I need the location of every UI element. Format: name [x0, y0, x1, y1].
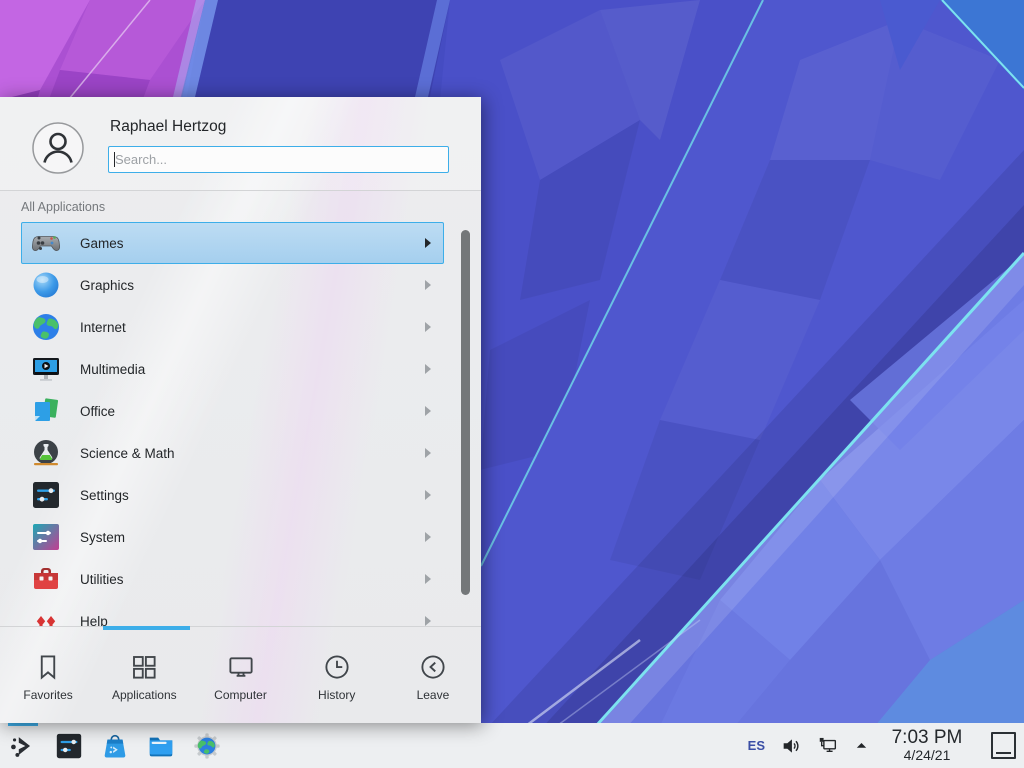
computer-icon [226, 652, 256, 682]
submenu-arrow-icon [425, 490, 431, 500]
taskbar-launchers [8, 723, 238, 768]
app-category-system[interactable]: System [21, 516, 444, 558]
active-task-indicator [8, 723, 38, 726]
taskbar-launcher-web-browser[interactable] [192, 723, 238, 768]
app-category-label: Science & Math [80, 446, 425, 461]
taskbar-launcher-discover[interactable] [100, 723, 146, 768]
application-launcher-menu: Raphael Hertzog All Applications Games G… [0, 97, 481, 723]
documents-icon [30, 395, 62, 427]
app-category-internet[interactable]: Internet [21, 306, 444, 348]
tab-label: Leave [417, 688, 450, 702]
bookmark-icon [33, 652, 63, 682]
tab-applications[interactable]: Applications [96, 627, 192, 723]
app-category-label: Multimedia [80, 362, 425, 377]
taskbar-panel: ES 7:03 PM 4/24/21 [0, 723, 1024, 768]
app-category-list: Games Graphics Internet Multimedia Offic… [0, 222, 481, 626]
grid-icon [129, 652, 159, 682]
dolphin-icon [146, 731, 176, 761]
submenu-arrow-icon [425, 574, 431, 584]
volume-icon[interactable] [780, 735, 802, 757]
tab-computer[interactable]: Computer [192, 627, 288, 723]
tab-label: Applications [112, 688, 177, 702]
clock-date: 4/24/21 [884, 748, 970, 763]
app-category-label: Utilities [80, 572, 425, 587]
taskbar-launcher-file-manager[interactable] [146, 723, 192, 768]
app-category-science-math[interactable]: Science & Math [21, 432, 444, 474]
sphere-icon [30, 269, 62, 301]
show-desktop-button[interactable] [991, 732, 1016, 759]
expand-tray-caret-icon[interactable] [854, 738, 869, 753]
tab-history[interactable]: History [289, 627, 385, 723]
system-tray: ES 7:03 PM 4/24/21 [748, 728, 1016, 763]
app-category-games[interactable]: Games [21, 222, 444, 264]
submenu-arrow-icon [425, 238, 431, 248]
leave-icon [418, 652, 448, 682]
monitor-play-icon [30, 353, 62, 385]
submenu-arrow-icon [425, 532, 431, 542]
app-category-label: Graphics [80, 278, 425, 293]
app-category-utilities[interactable]: Utilities [21, 558, 444, 600]
tab-label: Favorites [23, 688, 72, 702]
keyboard-layout-indicator[interactable]: ES [748, 738, 765, 753]
help-icon [30, 605, 62, 626]
app-category-label: Internet [80, 320, 425, 335]
toolbox-icon [30, 563, 62, 595]
active-tab-indicator [103, 626, 190, 630]
app-category-graphics[interactable]: Graphics [21, 264, 444, 306]
tab-favorites[interactable]: Favorites [0, 627, 96, 723]
submenu-arrow-icon [425, 616, 431, 626]
taskbar-launcher-system-settings[interactable] [54, 723, 100, 768]
discover-icon [100, 731, 130, 761]
tab-label: Computer [214, 688, 267, 702]
flask-icon [30, 437, 62, 469]
text-caret [114, 152, 115, 167]
submenu-arrow-icon [425, 448, 431, 458]
scrollbar-thumb[interactable] [461, 230, 470, 595]
user-name: Raphael Hertzog [110, 118, 226, 136]
kickoff-icon [8, 731, 38, 761]
clock-time: 7:03 PM [884, 728, 970, 748]
gamepad-icon [30, 227, 62, 259]
sliders-dark-icon [30, 479, 62, 511]
user-avatar-icon[interactable] [32, 122, 84, 174]
globe-icon [30, 311, 62, 343]
app-category-label: Office [80, 404, 425, 419]
submenu-arrow-icon [425, 280, 431, 290]
network-icon[interactable] [817, 735, 839, 757]
history-icon [322, 652, 352, 682]
launcher-tabbar: Favorites Applications Computer History … [0, 627, 481, 723]
app-category-label: Help [80, 614, 425, 627]
taskbar-launcher-application-launcher[interactable] [8, 723, 54, 768]
app-category-label: Settings [80, 488, 425, 503]
app-category-help[interactable]: Help [21, 600, 444, 626]
digital-clock[interactable]: 7:03 PM 4/24/21 [884, 728, 970, 763]
tab-label: History [318, 688, 355, 702]
app-category-label: System [80, 530, 425, 545]
submenu-arrow-icon [425, 406, 431, 416]
desktop: Raphael Hertzog All Applications Games G… [0, 0, 1024, 768]
search-input[interactable] [108, 146, 449, 173]
systemsettings-icon [54, 731, 84, 761]
tab-leave[interactable]: Leave [385, 627, 481, 723]
launcher-header: Raphael Hertzog [0, 97, 481, 191]
submenu-arrow-icon [425, 364, 431, 374]
app-category-multimedia[interactable]: Multimedia [21, 348, 444, 390]
sliders-gradient-icon [30, 521, 62, 553]
app-category-office[interactable]: Office [21, 390, 444, 432]
section-label: All Applications [21, 200, 105, 214]
app-category-label: Games [80, 236, 425, 251]
konqueror-icon [192, 731, 222, 761]
submenu-arrow-icon [425, 322, 431, 332]
app-category-settings[interactable]: Settings [21, 474, 444, 516]
